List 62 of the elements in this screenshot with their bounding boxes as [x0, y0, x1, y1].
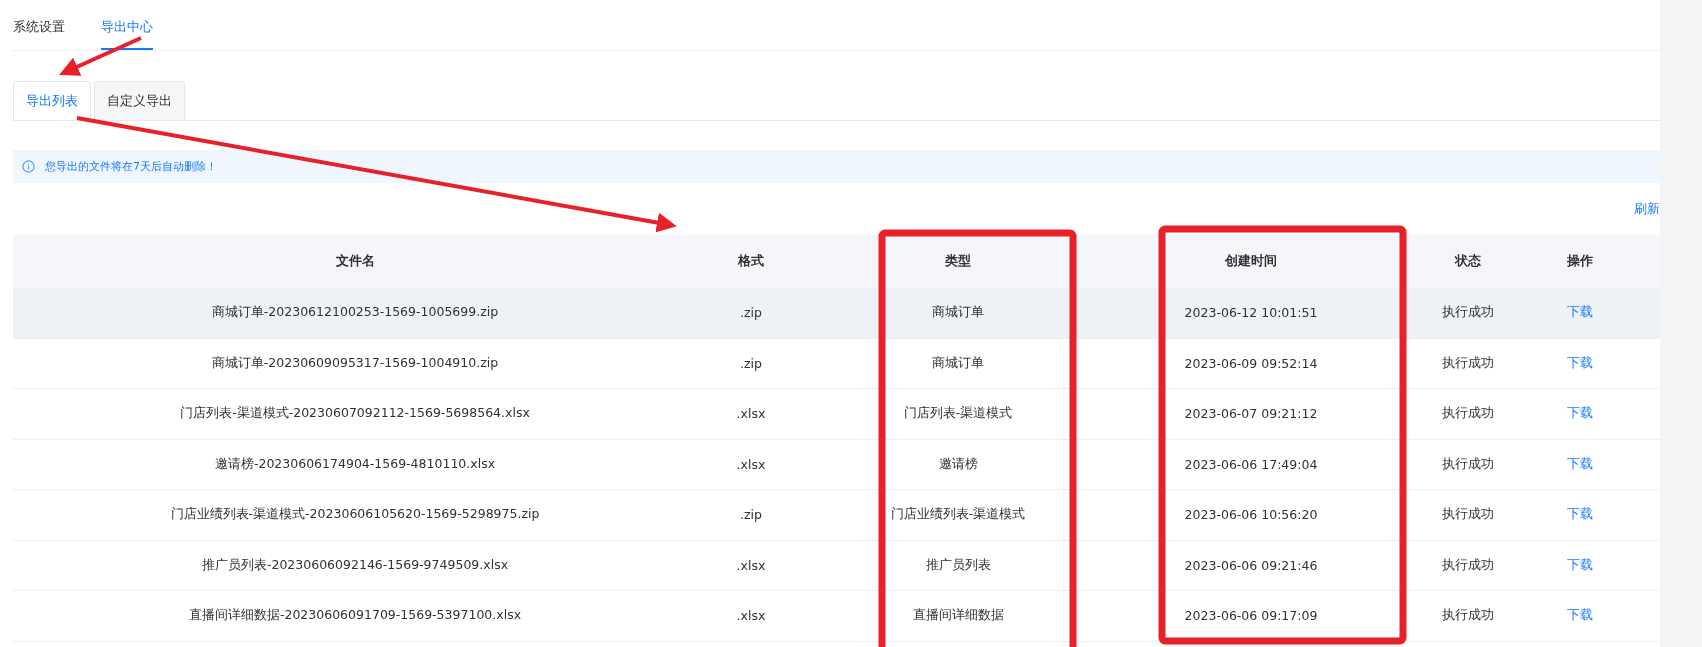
table-cell: .xlsx [736, 557, 766, 573]
table-cell: .xlsx [736, 608, 766, 624]
download-link[interactable]: 下载 [1567, 304, 1593, 322]
table-cell: 商城订单 [932, 304, 984, 322]
table-cell: .zip [740, 507, 762, 523]
download-link[interactable]: 下载 [1567, 354, 1593, 372]
column-header: 类型 [945, 253, 971, 270]
table-cell: 2023-06-09 09:52:14 [1184, 355, 1318, 371]
table-cell: 2023-06-07 09:21:12 [1184, 406, 1318, 422]
table-cell: 商城订单-20230612100253-1569-1005699.zip [211, 304, 499, 322]
table-cell: 执行成功 [1442, 556, 1494, 574]
table-row[interactable]: 邀请榜-20230606174904-1569-4810110.xlsx .xlsx 邀请榜 2023-06-06 17:49:04 执行成功 下载 [13, 439, 1660, 490]
table-cell: 执行成功 [1442, 304, 1494, 322]
table-cell: 门店业绩列表-渠道模式 [890, 506, 1026, 524]
download-link[interactable]: 下载 [1567, 506, 1593, 524]
table-cell: 执行成功 [1442, 405, 1494, 423]
table-cell: 2023-06-06 17:49:04 [1184, 456, 1318, 472]
table-cell: 门店业绩列表-渠道模式-20230606105620-1569-5298975.zip [170, 506, 540, 524]
table-cell: .zip [740, 355, 762, 371]
table-cell: .xlsx [736, 456, 766, 472]
download-link[interactable]: 下载 [1567, 405, 1593, 423]
table-cell: 邀请榜-20230606174904-1569-4810110.xlsx [214, 455, 496, 473]
table-row[interactable]: 门店业绩列表-渠道模式-20230606105620-1569-5298975.zip .zip 门店业绩列表-渠道模式 2023-06-06 10:56:20 执行成功 下载 [13, 490, 1660, 541]
table-cell: 商城订单 [932, 354, 984, 372]
table-cell: 推广员列表-20230606092146-1569-9749509.xlsx [201, 556, 509, 574]
table-row[interactable]: 直播间详细数据-20230606091709-1569-5397100.xlsx .xlsx 直播间详细数据 2023-06-06 09:17:09 执行成功 下载 [13, 591, 1660, 642]
column-header: 创建时间 [1225, 253, 1277, 270]
table-cell: .xlsx [736, 406, 766, 422]
table-cell: 推广员列表 [925, 556, 991, 574]
download-link[interactable]: 下载 [1567, 455, 1593, 473]
tab[interactable]: 自定义导出 [94, 81, 185, 120]
table-cell: 2023-06-06 09:21:46 [1184, 557, 1318, 573]
nav-tab[interactable]: 导出中心 [101, 18, 153, 50]
column-header: 格式 [738, 253, 764, 270]
table-cell: 执行成功 [1442, 354, 1494, 372]
table-cell: 直播间详细数据 [912, 607, 1004, 625]
download-link[interactable]: 下载 [1567, 607, 1593, 625]
column-header: 操作 [1567, 253, 1593, 270]
table-cell: 执行成功 [1442, 506, 1494, 524]
refresh-link[interactable]: 刷新 [1634, 200, 1660, 218]
table-cell: 门店列表-渠道模式-20230607092112-1569-5698564.xlsx [180, 405, 530, 423]
tab[interactable]: 导出列表 [13, 81, 91, 120]
table-row[interactable]: 推广员列表-20230606092146-1569-9749509.xlsx .xlsx 推广员列表 2023-06-06 09:21:46 执行成功 下载 [13, 540, 1660, 591]
info-icon [22, 160, 35, 173]
nav-tab[interactable]: 系统设置 [13, 18, 65, 50]
column-header: 文件名 [335, 253, 375, 270]
table-row[interactable]: 商城订单-20230609095317-1569-1004910.zip .zip 商城订单 2023-06-09 09:52:14 执行成功 下载 [13, 338, 1660, 389]
alert-text: 您导出的文件将在7天后自动删除！ [45, 159, 217, 174]
table-cell: .zip [740, 305, 762, 321]
table-cell: 2023-06-12 10:01:51 [1184, 305, 1318, 321]
table-cell: 直播间详细数据-20230606091709-1569-5397100.xlsx [188, 607, 522, 625]
table-cell: 门店列表-渠道模式 [903, 405, 1013, 423]
table-row[interactable]: 门店列表-渠道模式-20230607092112-1569-5698564.xlsx .xlsx 门店列表-渠道模式 2023-06-07 09:21:12 执行成功 下载 [13, 389, 1660, 440]
table-cell: 执行成功 [1442, 455, 1494, 473]
table-row[interactable]: 商城订单-20230612100253-1569-1005699.zip .zip 商城订单 2023-06-12 10:01:51 执行成功 下载 [13, 288, 1660, 339]
table-cell: 商城订单-20230609095317-1569-1004910.zip [211, 354, 499, 372]
download-link[interactable]: 下载 [1567, 556, 1593, 574]
column-header: 状态 [1455, 253, 1481, 270]
table-cell: 2023-06-06 09:17:09 [1184, 608, 1318, 624]
table-cell: 邀请榜 [938, 455, 978, 473]
table-cell: 执行成功 [1442, 607, 1494, 625]
table-cell: 2023-06-06 10:56:20 [1184, 507, 1318, 523]
